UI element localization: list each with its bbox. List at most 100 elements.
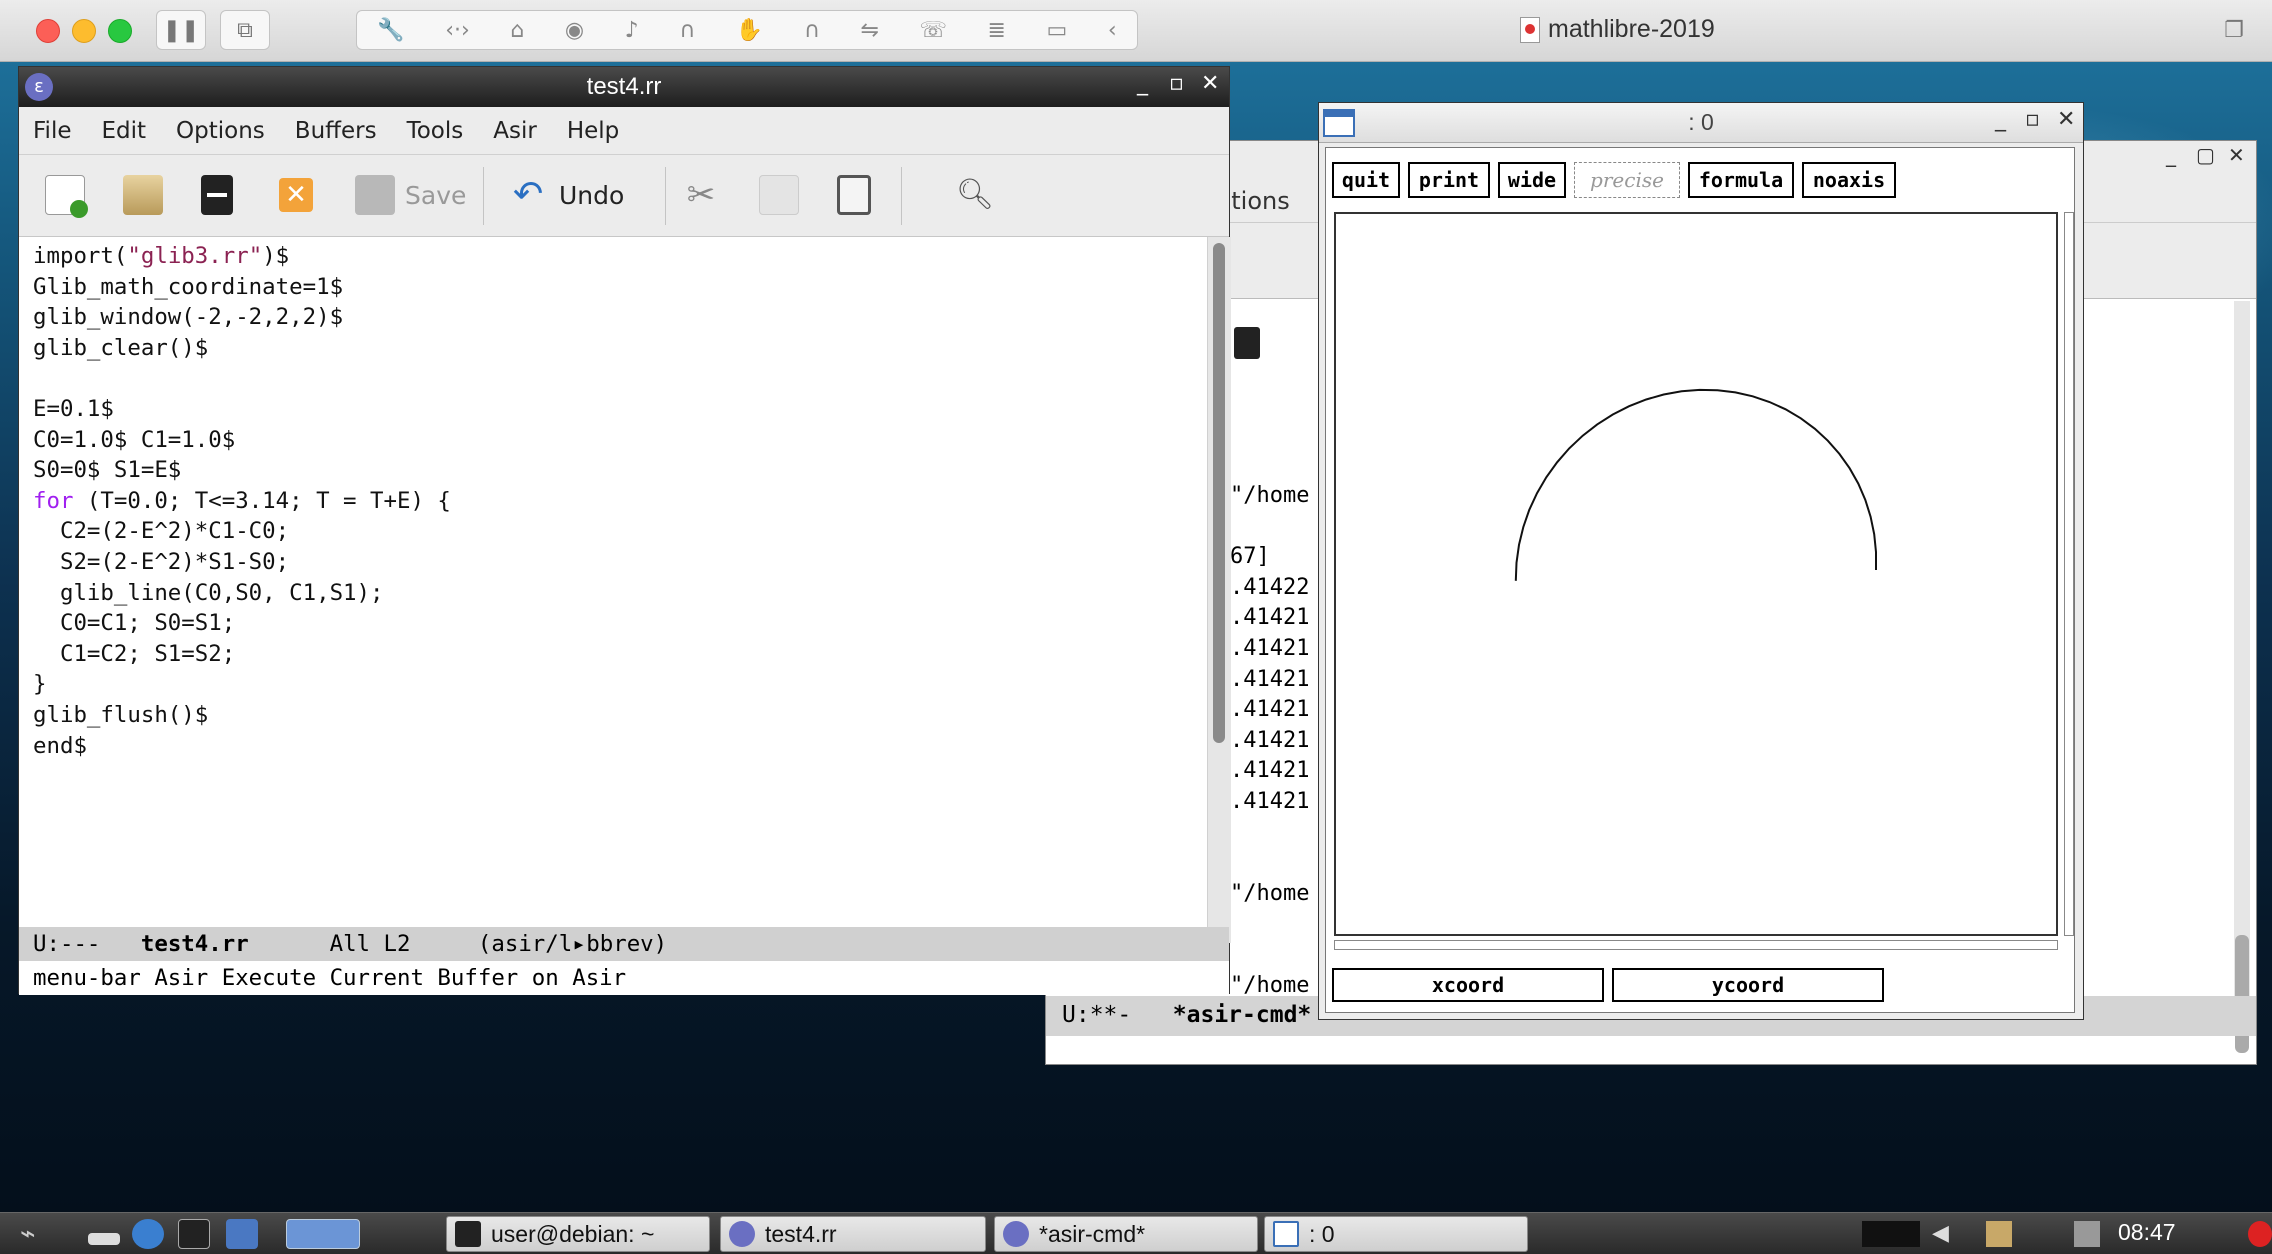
formula-button[interactable]: formula	[1688, 162, 1794, 198]
minimize-icon[interactable]: _	[1137, 71, 1148, 96]
volume-icon[interactable]: ◀	[1932, 1221, 1958, 1247]
maximize-icon[interactable]: ▫	[1169, 71, 1184, 96]
menu-buffers[interactable]: Buffers	[295, 118, 377, 144]
maximize-icon[interactable]: ▢	[2196, 143, 2215, 167]
precise-button[interactable]: precise	[1574, 162, 1680, 198]
minimize-icon[interactable]: _	[2166, 143, 2176, 167]
close-window-button[interactable]	[36, 19, 60, 43]
clipboard-icon	[837, 175, 871, 215]
close-icon[interactable]: ✕	[2228, 143, 2245, 167]
code-line: glib_window(-2,-2,2,2)$	[33, 304, 344, 331]
wide-button[interactable]: wide	[1498, 162, 1566, 198]
code-editor[interactable]: import("glib3.rr")$ Glib_math_coordinate=…	[19, 237, 1207, 943]
monitor-icon[interactable]	[2074, 1221, 2100, 1247]
drive-icon[interactable]: ⌂	[510, 18, 524, 43]
toolbar-separator	[901, 167, 902, 225]
mouse-icon[interactable]: ✋	[736, 18, 763, 43]
modeline-mode-tail: bbrev)	[586, 931, 668, 957]
task-graph[interactable]: : 0	[1264, 1216, 1528, 1252]
graph-window[interactable]: : 0 _ ▫ ✕ quit print wide precise formul…	[1318, 102, 2084, 1020]
new-file-button[interactable]	[45, 171, 88, 219]
menu-file[interactable]: File	[33, 118, 72, 144]
chevron-left-icon[interactable]: ‹	[1108, 18, 1117, 43]
kill-button[interactable]: ✕	[279, 171, 313, 219]
zoom-window-button[interactable]	[108, 19, 132, 43]
search-button[interactable]: 🔍︎	[955, 171, 995, 219]
open-file-button[interactable]	[123, 171, 163, 219]
minimize-icon[interactable]: _	[1995, 107, 2006, 132]
asir-cmd-output: "/home 67] .41422 .41421 .41421 .41421 .41421.…	[1230, 481, 1309, 1001]
close-icon[interactable]: ✕	[2057, 107, 2075, 132]
windows-icon[interactable]	[226, 1219, 258, 1249]
menu-help[interactable]: Help	[567, 118, 619, 144]
snapshot-button[interactable]: ⧉	[220, 10, 270, 50]
workspace-icon[interactable]	[286, 1219, 360, 1249]
storage-icon[interactable]: ≣	[988, 18, 1006, 43]
graph-panel: quit print wide precise formula noaxis x…	[1325, 147, 2075, 1013]
usb-icon[interactable]: ⇋	[860, 18, 878, 43]
browser-icon[interactable]	[132, 1219, 164, 1249]
wrench-icon[interactable]: 🔧	[377, 18, 404, 43]
code-line: glib_flush()$	[33, 701, 209, 728]
code-line: C0=1.0$ C1=1.0$	[33, 426, 236, 453]
network-icon[interactable]	[1862, 1221, 1920, 1247]
speaker-icon[interactable]: ♪	[625, 18, 639, 43]
ycoord-field[interactable]: ycoord	[1612, 968, 1884, 1002]
print-button[interactable]: print	[1408, 162, 1490, 198]
task-test4[interactable]: test4.rr	[720, 1216, 986, 1252]
power-icon[interactable]	[2248, 1221, 2272, 1247]
code-line: }	[33, 671, 47, 698]
emacs-icon	[729, 1221, 755, 1247]
modeline-status: U:**-	[1062, 1002, 1132, 1028]
editor-scrollbar[interactable]	[1207, 237, 1231, 943]
phone-icon[interactable]: ☏	[919, 18, 947, 43]
copy-button[interactable]	[759, 171, 799, 219]
arrows-icon[interactable]: ‹·›	[445, 18, 470, 43]
save-button[interactable]: Save	[355, 171, 466, 219]
headset-icon[interactable]: ∩	[804, 18, 820, 43]
modeline-mode: (asir/l	[477, 931, 573, 957]
cut-button[interactable]: ✂	[681, 171, 721, 219]
vm-toolbar: ❚❚ ⧉ 🔧 ‹·› ⌂ ◉ ♪ ∩ ✋ ∩ ⇋ ☏ ≣ ▭ ‹ mathlib…	[0, 0, 2272, 62]
output-line: .41421	[1230, 635, 1310, 661]
code-line: end$	[33, 732, 87, 759]
task-terminal[interactable]: user@debian: ~	[446, 1216, 710, 1252]
maximize-icon[interactable]: ▫	[2025, 107, 2040, 132]
echo-area: menu-bar Asir Execute Current Buffer on …	[19, 961, 1229, 995]
clipboard-icon[interactable]	[1986, 1221, 2012, 1247]
terminal-icon[interactable]	[178, 1219, 210, 1249]
camera-icon[interactable]: ◉	[565, 18, 584, 43]
close-icon[interactable]: ✕	[1201, 71, 1219, 96]
task-asir-cmd[interactable]: *asir-cmd*	[994, 1216, 1258, 1252]
start-menu-icon[interactable]: ⌁	[20, 1219, 52, 1249]
plot-vertical-scrollbar[interactable]	[2064, 212, 2074, 936]
code-line: C0=C1; S0=S1;	[33, 610, 236, 637]
menu-asir[interactable]: Asir	[493, 118, 537, 144]
plot-canvas[interactable]	[1334, 212, 2058, 936]
undo-button[interactable]: ↶ Undo	[513, 171, 624, 219]
code-line: S2=(2-E^2)*S1-S0;	[33, 548, 290, 575]
output-line: .41421	[1230, 666, 1310, 692]
show-desktop-icon[interactable]	[88, 1233, 120, 1245]
paste-button[interactable]	[837, 171, 871, 219]
menu-options[interactable]: Options	[176, 118, 265, 144]
code-line: import("glib3.rr")$	[33, 243, 290, 269]
menu-tools[interactable]: Tools	[407, 118, 464, 144]
fullscreen-button[interactable]: ❐	[2212, 10, 2256, 50]
pause-button[interactable]: ❚❚	[156, 10, 206, 50]
close-buffer-icon[interactable]	[1234, 327, 1260, 359]
xcoord-field[interactable]: xcoord	[1332, 968, 1604, 1002]
code-line: glib_line(C0,S0, C1,S1);	[33, 579, 384, 606]
scrollbar-thumb[interactable]	[1213, 243, 1225, 743]
noaxis-button[interactable]: noaxis	[1802, 162, 1896, 198]
code-line: E=0.1$	[33, 395, 114, 422]
close-buffer-button[interactable]	[201, 171, 233, 219]
headphones-icon[interactable]: ∩	[679, 18, 695, 43]
plot-horizontal-scrollbar[interactable]	[1334, 940, 2058, 950]
menu-edit[interactable]: Edit	[102, 118, 147, 144]
folder-icon[interactable]: ▭	[1047, 18, 1068, 43]
emacs-window[interactable]: ε test4.rr _ ▫ ✕ File Edit Options Buffe…	[18, 66, 1231, 995]
asir-cmd-scrollbar[interactable]	[2234, 301, 2250, 1053]
quit-button[interactable]: quit	[1332, 162, 1400, 198]
minimize-window-button[interactable]	[72, 19, 96, 43]
